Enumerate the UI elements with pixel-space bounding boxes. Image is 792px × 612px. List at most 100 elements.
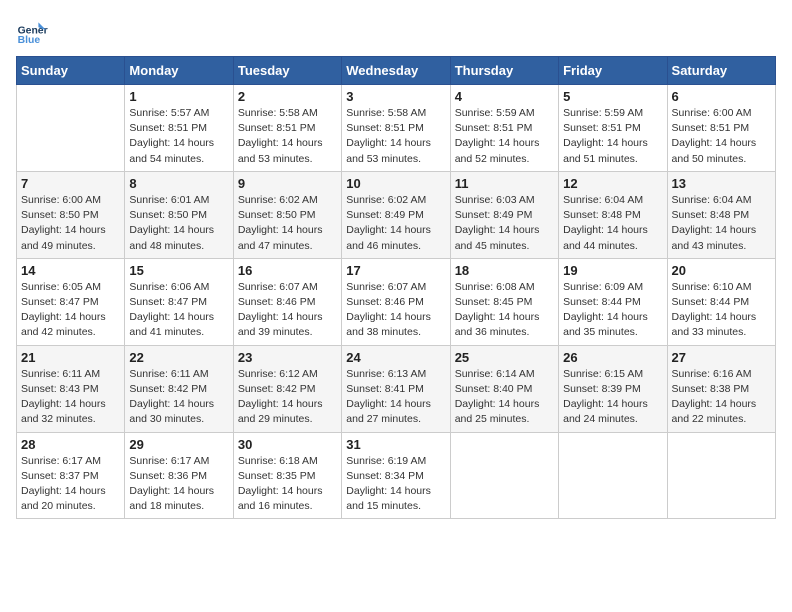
day-number: 3 [346, 89, 445, 104]
calendar-cell: 26 Sunrise: 6:15 AM Sunset: 8:39 PM Dayli… [559, 345, 667, 432]
day-info: Sunrise: 5:59 AM Sunset: 8:51 PM Dayligh… [455, 106, 554, 167]
day-info: Sunrise: 6:07 AM Sunset: 8:46 PM Dayligh… [346, 280, 445, 341]
calendar-cell: 24 Sunrise: 6:13 AM Sunset: 8:41 PM Dayli… [342, 345, 450, 432]
day-number: 1 [129, 89, 228, 104]
day-info: Sunrise: 6:15 AM Sunset: 8:39 PM Dayligh… [563, 367, 662, 428]
svg-text:Blue: Blue [18, 35, 41, 46]
day-info: Sunrise: 6:19 AM Sunset: 8:34 PM Dayligh… [346, 454, 445, 515]
calendar-week-row: 7Sunrise: 6:00 AM Sunset: 8:50 PM Daylig… [17, 171, 776, 258]
calendar-cell: 4 Sunrise: 5:59 AM Sunset: 8:51 PM Daylig… [450, 85, 558, 172]
calendar-cell: 22 Sunrise: 6:11 AM Sunset: 8:42 PM Dayli… [125, 345, 233, 432]
day-info: Sunrise: 5:59 AM Sunset: 8:51 PM Dayligh… [563, 106, 662, 167]
calendar-cell: 5 Sunrise: 5:59 AM Sunset: 8:51 PM Daylig… [559, 85, 667, 172]
day-number: 28 [21, 437, 120, 452]
day-info: Sunrise: 6:02 AM Sunset: 8:49 PM Dayligh… [346, 193, 445, 254]
day-info: Sunrise: 6:07 AM Sunset: 8:46 PM Dayligh… [238, 280, 337, 341]
day-number: 24 [346, 350, 445, 365]
day-number: 31 [346, 437, 445, 452]
weekday-header-tuesday: Tuesday [233, 57, 341, 85]
calendar-cell [17, 85, 125, 172]
day-number: 16 [238, 263, 337, 278]
day-number: 15 [129, 263, 228, 278]
logo-icon: General Blue [16, 16, 48, 48]
weekday-header-monday: Monday [125, 57, 233, 85]
day-info: Sunrise: 6:05 AM Sunset: 8:47 PM Dayligh… [21, 280, 120, 341]
calendar-cell: 18Sunrise: 6:08 AM Sunset: 8:45 PM Dayli… [450, 258, 558, 345]
calendar-cell: 8 Sunrise: 6:01 AM Sunset: 8:50 PM Daylig… [125, 171, 233, 258]
day-number: 14 [21, 263, 120, 278]
calendar-cell [559, 432, 667, 519]
calendar-cell: 6 Sunrise: 6:00 AM Sunset: 8:51 PM Daylig… [667, 85, 775, 172]
day-info: Sunrise: 6:03 AM Sunset: 8:49 PM Dayligh… [455, 193, 554, 254]
day-info: Sunrise: 6:13 AM Sunset: 8:41 PM Dayligh… [346, 367, 445, 428]
weekday-header-row: SundayMondayTuesdayWednesdayThursdayFrid… [17, 57, 776, 85]
day-number: 6 [672, 89, 771, 104]
day-number: 17 [346, 263, 445, 278]
calendar-cell: 2Sunrise: 5:58 AM Sunset: 8:51 PM Daylig… [233, 85, 341, 172]
day-info: Sunrise: 6:06 AM Sunset: 8:47 PM Dayligh… [129, 280, 228, 341]
day-number: 12 [563, 176, 662, 191]
calendar-cell: 31 Sunrise: 6:19 AM Sunset: 8:34 PM Dayli… [342, 432, 450, 519]
day-number: 30 [238, 437, 337, 452]
calendar-cell: 28Sunrise: 6:17 AM Sunset: 8:37 PM Dayli… [17, 432, 125, 519]
day-info: Sunrise: 6:01 AM Sunset: 8:50 PM Dayligh… [129, 193, 228, 254]
weekday-header-friday: Friday [559, 57, 667, 85]
day-info: Sunrise: 6:00 AM Sunset: 8:50 PM Dayligh… [21, 193, 120, 254]
day-info: Sunrise: 6:09 AM Sunset: 8:44 PM Dayligh… [563, 280, 662, 341]
calendar-week-row: 14 Sunrise: 6:05 AM Sunset: 8:47 PM Dayli… [17, 258, 776, 345]
calendar-week-row: 1Sunrise: 5:57 AM Sunset: 8:51 PM Daylig… [17, 85, 776, 172]
calendar-cell: 30 Sunrise: 6:18 AM Sunset: 8:35 PM Dayli… [233, 432, 341, 519]
calendar-cell: 3 Sunrise: 5:58 AM Sunset: 8:51 PM Daylig… [342, 85, 450, 172]
day-info: Sunrise: 6:11 AM Sunset: 8:42 PM Dayligh… [129, 367, 228, 428]
weekday-header-thursday: Thursday [450, 57, 558, 85]
calendar-cell: 15 Sunrise: 6:06 AM Sunset: 8:47 PM Dayli… [125, 258, 233, 345]
calendar-cell [450, 432, 558, 519]
calendar-week-row: 21 Sunrise: 6:11 AM Sunset: 8:43 PM Dayli… [17, 345, 776, 432]
calendar-cell: 25Sunrise: 6:14 AM Sunset: 8:40 PM Dayli… [450, 345, 558, 432]
calendar-cell: 9 Sunrise: 6:02 AM Sunset: 8:50 PM Daylig… [233, 171, 341, 258]
day-info: Sunrise: 6:04 AM Sunset: 8:48 PM Dayligh… [672, 193, 771, 254]
day-number: 27 [672, 350, 771, 365]
page-header: General Blue [16, 16, 776, 48]
calendar-cell: 21 Sunrise: 6:11 AM Sunset: 8:43 PM Dayli… [17, 345, 125, 432]
calendar-cell [667, 432, 775, 519]
day-info: Sunrise: 6:11 AM Sunset: 8:43 PM Dayligh… [21, 367, 120, 428]
weekday-header-wednesday: Wednesday [342, 57, 450, 85]
calendar-cell: 23 Sunrise: 6:12 AM Sunset: 8:42 PM Dayli… [233, 345, 341, 432]
day-number: 5 [563, 89, 662, 104]
day-number: 23 [238, 350, 337, 365]
calendar-cell: 14 Sunrise: 6:05 AM Sunset: 8:47 PM Dayli… [17, 258, 125, 345]
day-number: 2 [238, 89, 337, 104]
day-info: Sunrise: 6:12 AM Sunset: 8:42 PM Dayligh… [238, 367, 337, 428]
day-info: Sunrise: 6:02 AM Sunset: 8:50 PM Dayligh… [238, 193, 337, 254]
calendar-cell: 12 Sunrise: 6:04 AM Sunset: 8:48 PM Dayli… [559, 171, 667, 258]
day-number: 9 [238, 176, 337, 191]
calendar-table: SundayMondayTuesdayWednesdayThursdayFrid… [16, 56, 776, 519]
day-info: Sunrise: 6:00 AM Sunset: 8:51 PM Dayligh… [672, 106, 771, 167]
weekday-header-saturday: Saturday [667, 57, 775, 85]
calendar-week-row: 28Sunrise: 6:17 AM Sunset: 8:37 PM Dayli… [17, 432, 776, 519]
day-info: Sunrise: 6:17 AM Sunset: 8:36 PM Dayligh… [129, 454, 228, 515]
day-info: Sunrise: 6:14 AM Sunset: 8:40 PM Dayligh… [455, 367, 554, 428]
calendar-cell: 27Sunrise: 6:16 AM Sunset: 8:38 PM Dayli… [667, 345, 775, 432]
day-number: 11 [455, 176, 554, 191]
day-info: Sunrise: 5:58 AM Sunset: 8:51 PM Dayligh… [346, 106, 445, 167]
day-info: Sunrise: 6:04 AM Sunset: 8:48 PM Dayligh… [563, 193, 662, 254]
calendar-cell: 29 Sunrise: 6:17 AM Sunset: 8:36 PM Dayli… [125, 432, 233, 519]
day-number: 8 [129, 176, 228, 191]
calendar-cell: 16 Sunrise: 6:07 AM Sunset: 8:46 PM Dayli… [233, 258, 341, 345]
day-number: 22 [129, 350, 228, 365]
day-number: 19 [563, 263, 662, 278]
day-number: 21 [21, 350, 120, 365]
calendar-cell: 7Sunrise: 6:00 AM Sunset: 8:50 PM Daylig… [17, 171, 125, 258]
day-number: 29 [129, 437, 228, 452]
calendar-cell: 11 Sunrise: 6:03 AM Sunset: 8:49 PM Dayli… [450, 171, 558, 258]
calendar-cell: 1Sunrise: 5:57 AM Sunset: 8:51 PM Daylig… [125, 85, 233, 172]
day-info: Sunrise: 6:08 AM Sunset: 8:45 PM Dayligh… [455, 280, 554, 341]
calendar-cell: 10Sunrise: 6:02 AM Sunset: 8:49 PM Dayli… [342, 171, 450, 258]
day-info: Sunrise: 6:18 AM Sunset: 8:35 PM Dayligh… [238, 454, 337, 515]
calendar-cell: 20Sunrise: 6:10 AM Sunset: 8:44 PM Dayli… [667, 258, 775, 345]
day-number: 26 [563, 350, 662, 365]
calendar-cell: 19 Sunrise: 6:09 AM Sunset: 8:44 PM Dayli… [559, 258, 667, 345]
day-number: 4 [455, 89, 554, 104]
